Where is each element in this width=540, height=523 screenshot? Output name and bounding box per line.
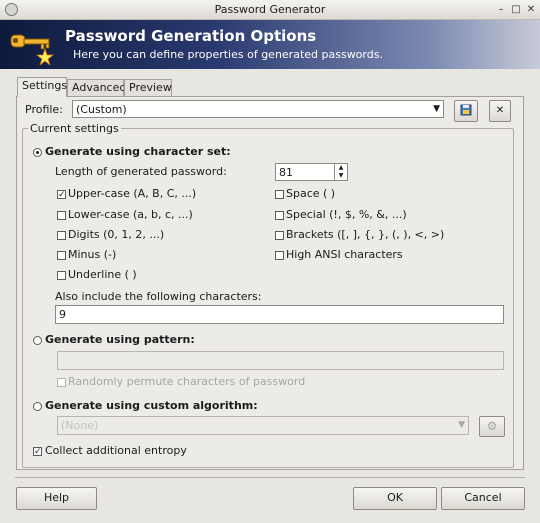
maximize-icon[interactable]: □	[508, 2, 524, 17]
brackets-checkbox[interactable]	[275, 231, 284, 240]
special-checkbox[interactable]	[275, 211, 284, 220]
header-banner: Password Generation Options Here you can…	[0, 20, 540, 69]
entropy-checkbox[interactable]: ✓	[33, 447, 42, 457]
underline-label[interactable]: Underline ( )	[68, 268, 137, 281]
divider	[15, 477, 525, 478]
ok-button[interactable]: OK	[353, 487, 437, 510]
gear-icon: ⚙	[486, 419, 498, 433]
custom-radio-label[interactable]: Generate using custom algorithm:	[45, 399, 258, 412]
help-button-label: Help	[43, 491, 70, 504]
digits-checkbox[interactable]	[57, 231, 66, 240]
custom-algorithm-dropdown[interactable]: (None) ▼	[57, 416, 469, 435]
uppercase-label[interactable]: Upper-case (A, B, C, ...)	[68, 187, 196, 200]
lowercase-checkbox[interactable]	[57, 211, 66, 220]
custom-algorithm-options-button[interactable]: ⚙	[479, 416, 505, 437]
permute-label[interactable]: Randomly permute characters of password	[68, 375, 305, 388]
save-icon	[460, 104, 472, 116]
title-bar: Password Generator – □ ✕	[0, 0, 540, 20]
profile-dropdown[interactable]: (Custom) ▼	[72, 100, 444, 118]
charset-radio[interactable]	[33, 148, 42, 157]
uppercase-checkbox[interactable]: ✓	[57, 190, 66, 200]
length-label: Length of generated password:	[55, 165, 227, 178]
permute-checkbox[interactable]	[57, 378, 66, 387]
pattern-radio-label[interactable]: Generate using pattern:	[45, 333, 195, 346]
delete-icon: ✕	[495, 105, 505, 116]
current-settings-label: Current settings	[28, 122, 121, 135]
ok-button-label: OK	[387, 491, 403, 504]
cancel-button[interactable]: Cancel	[441, 487, 525, 510]
chevron-down-icon: ▼	[458, 420, 465, 430]
window-title: Password Generator	[214, 3, 326, 16]
charset-radio-label[interactable]: Generate using character set:	[45, 145, 231, 158]
delete-profile-button[interactable]: ✕	[489, 100, 511, 122]
length-value: 81	[279, 166, 293, 179]
custom-algorithm-value: (None)	[61, 419, 99, 432]
underline-checkbox[interactable]	[57, 271, 66, 280]
profile-label: Profile:	[25, 103, 63, 116]
minus-checkbox[interactable]	[57, 251, 66, 260]
close-icon[interactable]: ✕	[523, 2, 539, 17]
cancel-button-label: Cancel	[464, 491, 502, 504]
tab-advanced[interactable]: Advanced	[67, 79, 126, 96]
high-ansi-checkbox[interactable]	[275, 251, 284, 260]
spinner-arrows-icon[interactable]: ▲ ▼	[334, 164, 347, 180]
brackets-label[interactable]: Brackets ([, ], {, }, (, ), <, >)	[286, 228, 444, 241]
special-label[interactable]: Special (!, $, %, &, ...)	[286, 208, 407, 221]
entropy-label[interactable]: Collect additional entropy	[45, 444, 187, 457]
space-label[interactable]: Space ( )	[286, 187, 335, 200]
length-spinner[interactable]: 81 ▲ ▼	[275, 163, 348, 181]
chevron-down-icon: ▼	[433, 104, 440, 114]
save-profile-button[interactable]	[454, 100, 478, 122]
tab-settings[interactable]: Settings	[17, 77, 67, 97]
also-include-label: Also include the following characters:	[55, 290, 262, 303]
digits-label[interactable]: Digits (0, 1, 2, ...)	[68, 228, 164, 241]
help-button[interactable]: Help	[16, 487, 97, 510]
tab-preview[interactable]: Preview	[124, 79, 172, 96]
banner-title: Password Generation Options	[65, 27, 317, 45]
pattern-radio[interactable]	[33, 336, 42, 345]
also-include-input[interactable]: 9	[55, 305, 504, 324]
lowercase-label[interactable]: Lower-case (a, b, c, ...)	[68, 208, 193, 221]
profile-value: (Custom)	[76, 103, 127, 116]
minimize-icon[interactable]: –	[493, 2, 509, 17]
pattern-input[interactable]	[57, 351, 504, 370]
banner-subtitle: Here you can define properties of genera…	[73, 48, 383, 61]
high-ansi-label[interactable]: High ANSI characters	[286, 248, 403, 261]
space-checkbox[interactable]	[275, 190, 284, 199]
minus-label[interactable]: Minus (-)	[68, 248, 116, 261]
custom-radio[interactable]	[33, 402, 42, 411]
key-icon	[10, 34, 55, 65]
